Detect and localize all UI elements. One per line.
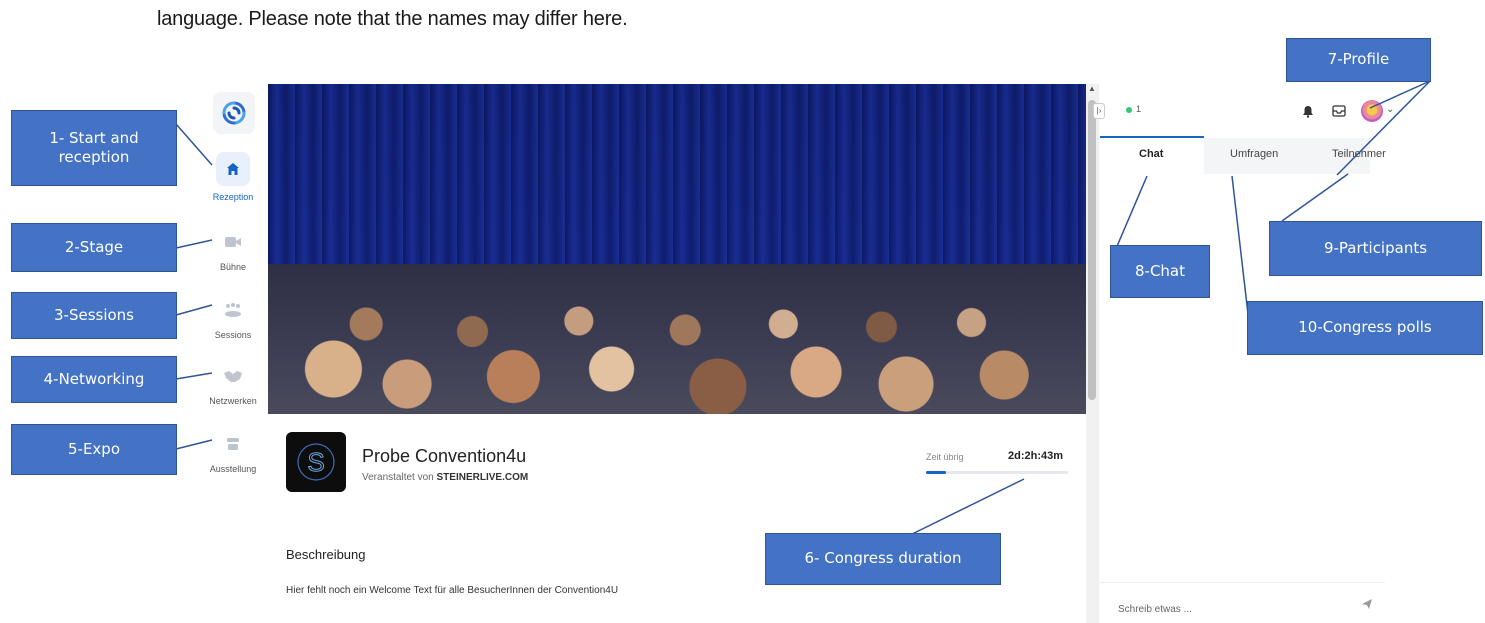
sidebar-item-ausstellung[interactable]: Ausstellung [200,430,266,474]
sidebar-item-netzwerken[interactable]: Netzwerken [200,362,266,406]
video-camera-icon [219,228,247,256]
callout-profile: 7-Profile [1286,38,1431,82]
active-tab-indicator [1100,136,1204,138]
sidebar-item-rezeption[interactable]: Rezeption [200,152,266,202]
callout-sessions: 3-Sessions [11,292,177,339]
svg-text:S: S [307,447,324,477]
inbox-icon[interactable] [1330,101,1348,121]
chat-input[interactable]: Schreib etwas ... [1118,604,1192,615]
sidebar-item-label: Sessions [214,330,252,340]
sidebar-item-label: Bühne [219,262,247,272]
organizer-name: STEINERLIVE.COM [436,472,529,483]
description-text: Hier fehlt noch ein Welcome Text für all… [286,585,619,596]
callout-expo: 5-Expo [11,424,177,475]
callout-congress-polls: 10-Congress polls [1247,301,1483,355]
scrollbar-thumb[interactable] [1088,100,1096,400]
organizer-prefix: Veranstaltet von [362,472,434,483]
online-dot-icon [1126,106,1132,113]
sidebar-item-label: Netzwerken [209,396,257,406]
sidebar-item-buehne[interactable]: Bühne [200,228,266,272]
event-organizer: Veranstaltet von STEINERLIVE.COM [362,472,528,483]
tab-teilnehmer[interactable]: Teilnehmer [1332,148,1386,160]
collapse-panel-button[interactable]: |› [1093,103,1105,119]
callout-participants: 9-Participants [1269,221,1482,276]
callout-chat: 8-Chat [1110,245,1210,298]
event-title: Probe Convention4u [362,446,527,466]
home-icon [216,152,250,186]
handshake-icon [219,362,247,390]
time-progress-bar [926,471,1068,474]
chevron-down-icon[interactable]: ⌄ [1386,104,1394,115]
chat-input-divider [1100,582,1385,583]
callout-stage: 2-Stage [11,223,177,272]
bell-icon[interactable] [1300,101,1316,121]
time-remaining-label: Zeit übrig [926,452,964,462]
event-logo: S [286,432,346,492]
scroll-up-icon[interactable]: ▲ [1086,84,1098,96]
intro-text: language. Please note that the names may… [157,8,628,30]
send-icon[interactable] [1361,598,1373,613]
sidebar-item-label: Rezeption [212,192,254,202]
sidebar-item-sessions[interactable]: Sessions [200,296,266,340]
tab-umfragen[interactable]: Umfragen [1230,148,1278,160]
sidebar-item-label: Ausstellung [209,464,257,474]
callout-start-reception: 1- Start and reception [11,110,177,186]
booth-icon [219,430,247,458]
swirl-logo-icon[interactable] [213,92,255,134]
callout-congress-duration: 6- Congress duration [765,533,1001,585]
group-icon [219,296,247,324]
description-heading: Beschreibung [286,547,366,562]
callout-networking: 4-Networking [11,356,177,403]
time-progress-fill [926,471,946,474]
time-remaining-value: 2d:2h:43m [1008,450,1064,462]
event-banner-image [268,84,1086,414]
online-count: 1 [1126,104,1141,114]
online-count-value: 1 [1136,104,1142,114]
avatar[interactable] [1361,100,1383,122]
tab-chat[interactable]: Chat [1139,148,1163,160]
